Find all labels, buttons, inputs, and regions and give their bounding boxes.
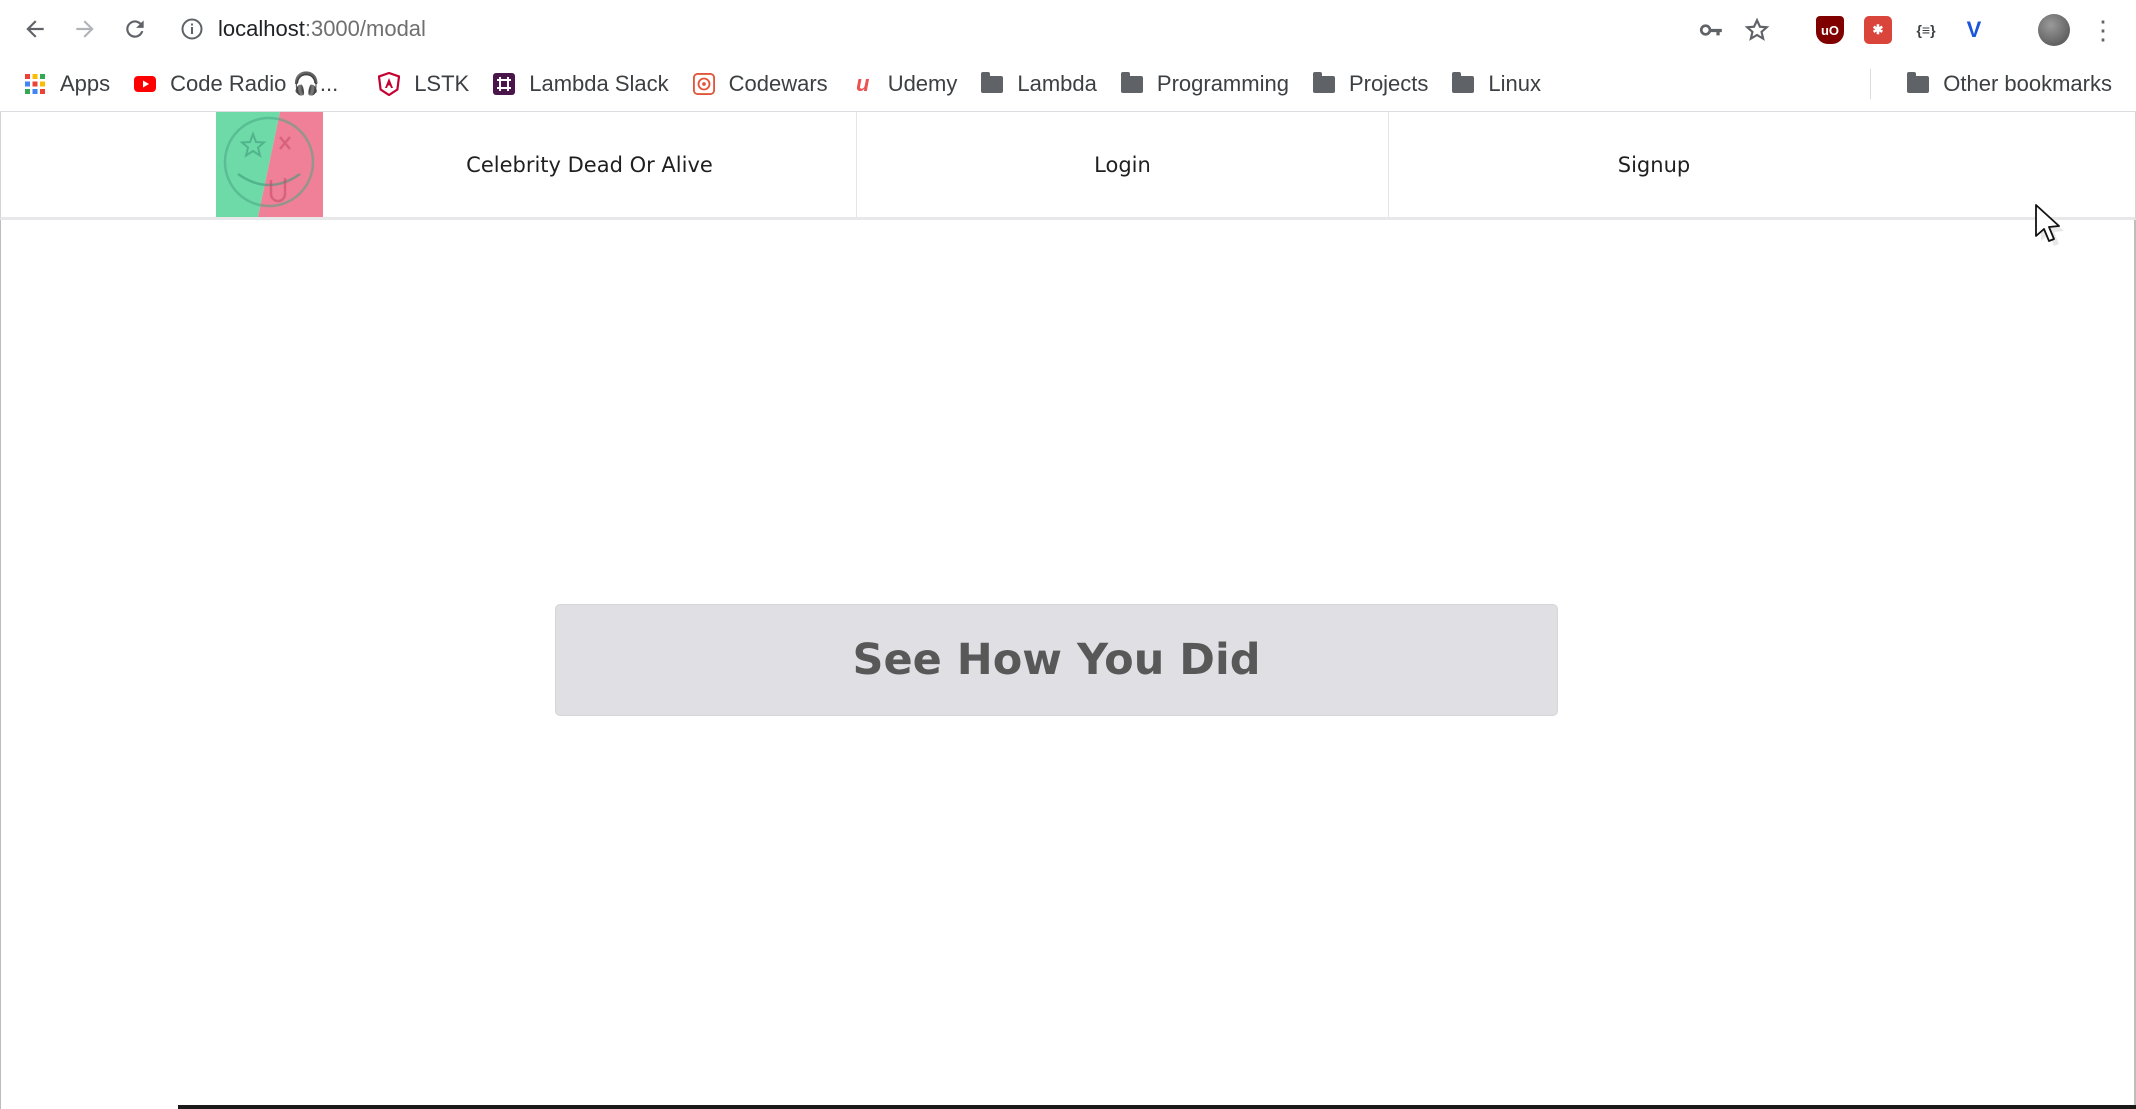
back-button[interactable] bbox=[17, 11, 53, 47]
slack-icon bbox=[493, 73, 516, 95]
ublock-icon[interactable]: uO bbox=[1816, 16, 1844, 44]
cta-label: See How You Did bbox=[852, 635, 1261, 685]
site-navbar: Celebrity Dead Or Alive Login Signup bbox=[0, 112, 2136, 220]
address-bar[interactable]: localhost:3000/modal bbox=[180, 8, 1680, 50]
udemy-icon: u bbox=[855, 71, 870, 96]
youtube-icon bbox=[134, 73, 157, 95]
nav-brand-label: Celebrity Dead Or Alive bbox=[466, 152, 713, 177]
bookmark-apps[interactable]: Apps bbox=[24, 71, 110, 97]
bookmark-folder-linux[interactable]: Linux bbox=[1452, 71, 1541, 97]
nav-login-label: Login bbox=[1094, 152, 1151, 177]
bookmark-label: Udemy bbox=[887, 71, 958, 96]
bookmark-label: Lambda bbox=[1017, 71, 1097, 96]
nav-brand-link[interactable]: Celebrity Dead Or Alive bbox=[323, 112, 856, 217]
nav-login-link[interactable]: Login bbox=[857, 112, 1388, 217]
browser-toolbar: localhost:3000/modal uO ✱ {≡} V ⋮ bbox=[0, 0, 2136, 57]
bookmarks-bar: Apps Code Radio 🎧... LSTK Lambda Slack C… bbox=[0, 57, 2136, 112]
key-icon[interactable] bbox=[1698, 17, 1724, 43]
url-path: :3000/modal bbox=[304, 16, 426, 41]
bookmark-label: Codewars bbox=[728, 71, 828, 96]
toolbar-right: uO ✱ {≡} V ⋮ bbox=[1698, 10, 2116, 50]
bookmark-udemy[interactable]: u Udemy bbox=[852, 71, 958, 97]
folder-icon bbox=[1452, 71, 1475, 93]
menu-kebab-icon[interactable]: ⋮ bbox=[2090, 17, 2116, 43]
vimium-icon[interactable]: V bbox=[1960, 16, 1988, 44]
nav-signup-link[interactable]: Signup bbox=[1389, 112, 1919, 217]
bookmark-lambda-slack[interactable]: Lambda Slack bbox=[493, 71, 669, 97]
angular-shield-icon bbox=[378, 72, 401, 96]
bookmark-label: Projects bbox=[1348, 71, 1429, 96]
bookmark-lstk[interactable]: LSTK bbox=[378, 71, 469, 97]
site-logo[interactable] bbox=[216, 112, 323, 217]
arrow-right-icon bbox=[76, 20, 94, 38]
bookmark-label: LSTK bbox=[414, 71, 470, 96]
mouse-cursor-icon bbox=[2035, 204, 2064, 246]
bookmark-folder-projects[interactable]: Projects bbox=[1312, 71, 1429, 97]
bookmark-label: Code Radio 🎧... bbox=[170, 71, 339, 96]
extension-red-icon[interactable]: ✱ bbox=[1864, 16, 1892, 44]
other-bookmarks[interactable]: Other bookmarks bbox=[1907, 57, 2112, 111]
info-icon bbox=[181, 18, 203, 40]
folder-icon bbox=[1120, 71, 1143, 93]
reload-button[interactable] bbox=[117, 11, 153, 47]
codewars-icon bbox=[692, 73, 715, 95]
folder-icon bbox=[981, 71, 1004, 93]
bookmark-label: Lambda Slack bbox=[529, 71, 669, 96]
apps-grid-icon bbox=[24, 73, 46, 95]
url-host: localhost bbox=[218, 16, 305, 41]
bookmark-codewars[interactable]: Codewars bbox=[692, 71, 828, 97]
forward-button[interactable] bbox=[67, 11, 103, 47]
bookmark-label: Programming bbox=[1156, 71, 1289, 96]
bookmark-folder-lambda[interactable]: Lambda bbox=[981, 71, 1097, 97]
other-bookmarks-label: Other bookmarks bbox=[1943, 71, 2112, 96]
bookmark-folder-programming[interactable]: Programming bbox=[1120, 71, 1289, 97]
see-how-you-did-button[interactable]: See How You Did bbox=[555, 604, 1558, 716]
dead-or-alive-logo-icon bbox=[216, 112, 323, 217]
nav-signup-label: Signup bbox=[1617, 152, 1691, 177]
arrow-left-icon bbox=[26, 20, 44, 38]
folder-icon bbox=[1907, 71, 1930, 93]
folder-icon bbox=[1312, 71, 1335, 93]
bookmarks-divider bbox=[1870, 69, 1871, 99]
bookmark-label: Linux bbox=[1488, 71, 1542, 96]
star-icon[interactable] bbox=[1744, 17, 1770, 43]
json-extension-icon[interactable]: {≡} bbox=[1912, 16, 1940, 44]
bookmark-label: Apps bbox=[60, 71, 111, 96]
bottom-edge-bar bbox=[178, 1105, 2136, 1109]
avatar[interactable] bbox=[2038, 14, 2070, 46]
reload-icon bbox=[126, 20, 144, 38]
page-frame-left bbox=[0, 112, 1, 1109]
bookmark-code-radio[interactable]: Code Radio 🎧... bbox=[134, 71, 338, 97]
